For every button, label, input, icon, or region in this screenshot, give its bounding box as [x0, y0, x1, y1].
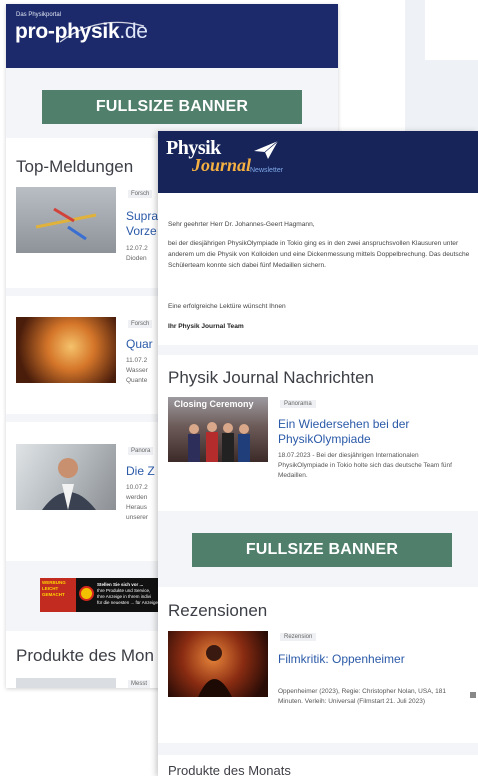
article-thumbnail[interactable] [16, 187, 116, 253]
news-meta: 18.07.2023 - Bei der diesjährigen Intern… [278, 452, 452, 479]
top-news-title: Top-Meldungen [16, 157, 134, 176]
paper-plane-icon [254, 140, 279, 159]
fullsize-banner[interactable]: FULLSIZE BANNER [192, 533, 452, 567]
news-headline[interactable]: Ein Wiedersehen bei der PhysikOlympiade [278, 417, 468, 447]
closing-text: Eine erfolgreiche Lektüre wünscht Ihnen [168, 303, 286, 310]
article-tag: Panora [128, 447, 154, 455]
scroll-indicator[interactable] [470, 692, 476, 698]
divider [158, 743, 478, 755]
ad-badge-icon [79, 586, 94, 601]
news-thumbnail[interactable]: Closing Ceremony [168, 397, 268, 462]
fullsize-banner[interactable]: FULLSIZE BANNER [42, 90, 302, 124]
news-tag: Panorama [280, 400, 316, 408]
product-tag: Messt [128, 680, 151, 688]
intro-text: bei der diesjährigen PhysikOlympiade in … [168, 240, 470, 269]
ad-text: Stellen Sie sich vor ... Ihre Produkte u… [97, 582, 158, 606]
divider [158, 345, 478, 355]
article-meta: 12.07.2 [126, 245, 148, 252]
article-meta: Dioden [126, 255, 147, 262]
news-thumbnail-caption: Closing Ceremony [174, 399, 254, 409]
advertisement-banner[interactable]: WERBUNG LEICHT GEMACHT Stellen Sie sich … [40, 578, 158, 612]
article-headline[interactable]: Vorze [126, 224, 157, 238]
pro-physik-logo-tld: .de [119, 20, 148, 43]
product-thumbnail[interactable] [16, 678, 116, 688]
superconductor-illustration [35, 207, 97, 241]
pro-physik-logo-main: pro-physik [15, 20, 120, 43]
article-headline[interactable]: Quar [126, 337, 153, 351]
film-still [198, 645, 232, 697]
article-tag: Forsch [128, 190, 153, 198]
greeting: Sehr geehrter Herr Dr. Johannes-Geert Ha… [168, 221, 315, 228]
products-section-title: Produkte des Monats [168, 763, 291, 776]
reviews-section-title: Rezensionen [168, 601, 268, 620]
review-thumbnail[interactable] [168, 631, 268, 697]
physik-journal-logo-line2[interactable]: Journal [192, 155, 251, 176]
article-meta: unserer [126, 514, 149, 521]
physik-journal-newsletter: Physik Journal Newsletter Sehr geehrter … [158, 131, 478, 776]
article-thumbnail[interactable] [16, 444, 116, 510]
pro-physik-tagline: Das Physikportal [16, 12, 62, 18]
review-headline[interactable]: Filmkritik: Oppenheimer [278, 652, 468, 667]
signature: Ihr Physik Journal Team [168, 323, 244, 330]
pro-physik-logo[interactable]: pro-physik.de [15, 20, 148, 44]
news-section-title: Physik Journal Nachrichten [168, 368, 374, 387]
article-tag: Forsch [128, 320, 153, 328]
review-meta: Oppenheimer (2023), Regie: Christopher N… [278, 688, 447, 705]
pro-physik-header: Das Physikportal pro-physik.de [6, 4, 338, 68]
article-meta: 10.07.2 [126, 484, 148, 491]
article-headline[interactable]: Die Z [126, 464, 155, 478]
portrait-illustration [42, 458, 96, 510]
newsletter-label: Newsletter [250, 167, 284, 174]
article-headline[interactable]: Supra [126, 209, 158, 223]
products-title: Produkte des Mon [16, 646, 154, 665]
article-meta: Quante [126, 377, 148, 384]
review-tag: Rezension [280, 633, 317, 641]
article-meta: 11.07.2 [126, 357, 148, 364]
article-meta: Heraus [126, 504, 147, 511]
article-meta: werden [126, 494, 148, 501]
article-thumbnail[interactable] [16, 317, 116, 383]
article-meta: Wasser [126, 367, 148, 374]
background-card [425, 0, 478, 60]
ad-label-line: GEMACHT [42, 592, 65, 597]
ad-label: WERBUNG LEICHT GEMACHT [40, 578, 76, 612]
ad-text-line: für die neuesten ... für Anzeige [97, 600, 159, 605]
physik-journal-header: Physik Journal Newsletter [158, 131, 478, 193]
